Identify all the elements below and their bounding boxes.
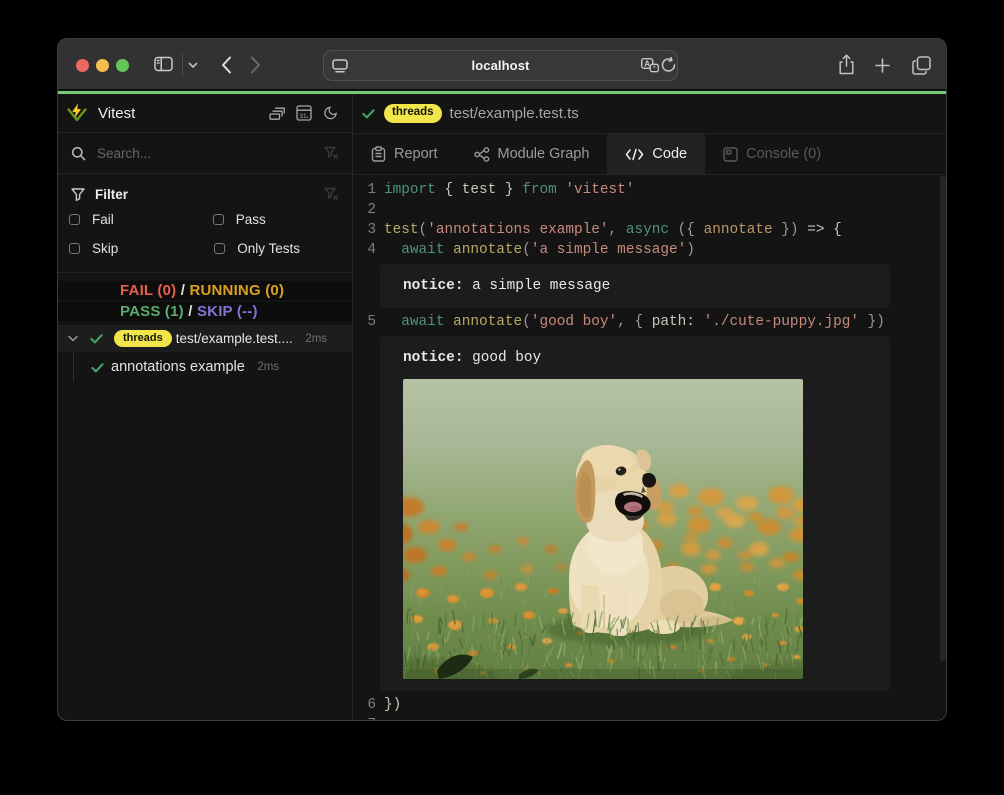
svg-text:31: 31 xyxy=(299,113,307,120)
svg-text:A: A xyxy=(644,60,650,69)
svg-text:*: * xyxy=(653,65,656,72)
